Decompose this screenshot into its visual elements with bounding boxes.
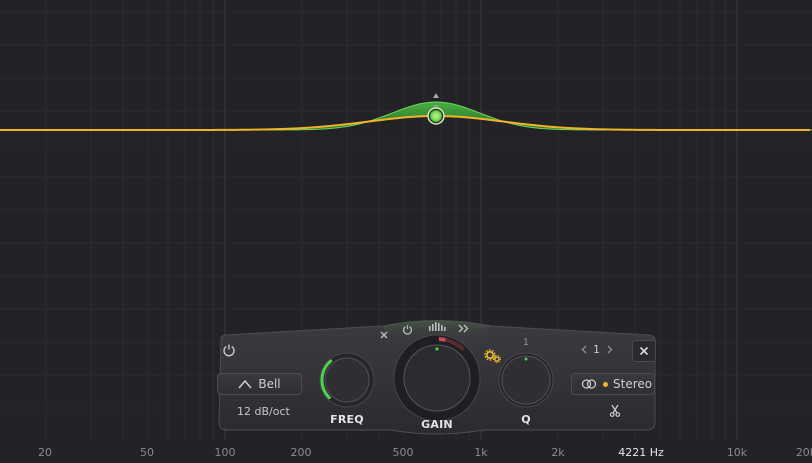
gain-label: GAIN — [421, 418, 453, 431]
q-label: Q — [521, 413, 531, 426]
frequency-readout: 4221 Hz — [618, 446, 664, 459]
power-icon — [223, 344, 235, 357]
freq-label-20: 20 — [38, 446, 52, 459]
slope-selector[interactable]: 12 dB/oct — [237, 405, 290, 418]
freq-knob[interactable] — [317, 350, 377, 410]
node-up-arrow-icon — [433, 93, 439, 98]
freq-label-1k: 1k — [474, 446, 488, 459]
close-icon — [380, 331, 388, 339]
freq-label-200: 200 — [290, 446, 312, 459]
x-icon — [639, 346, 649, 356]
band-number: 1 — [593, 343, 600, 356]
channel-mode-selector[interactable]: Stereo — [571, 373, 655, 395]
freq-label: FREQ — [330, 413, 364, 426]
q-knob[interactable] — [496, 350, 556, 410]
prev-band-button[interactable] — [578, 342, 590, 356]
filter-shape-label: Bell — [258, 377, 281, 391]
next-band-button[interactable] — [604, 342, 616, 356]
filter-shape-selector[interactable]: Bell — [217, 373, 302, 395]
channel-indicator-dot — [603, 381, 608, 387]
spectrum-icon — [429, 322, 446, 331]
spectrum-button[interactable] — [427, 319, 447, 333]
scissors-icon — [609, 404, 621, 417]
freq-label-50: 50 — [140, 446, 154, 459]
split-band-button[interactable] — [607, 402, 623, 418]
stereo-link-icon — [581, 379, 597, 389]
bell-shape-icon — [238, 379, 252, 389]
chevron-left-icon — [581, 345, 587, 353]
gain-knob[interactable] — [392, 333, 482, 423]
band-control-panel: Bell 12 dB/oct FREQ GAIN 1 Q 1 Stereo — [213, 312, 660, 440]
freq-label-100: 100 — [214, 446, 236, 459]
band-fill — [0, 101, 812, 131]
close-band-strip-button[interactable] — [377, 328, 391, 342]
freq-label-500: 500 — [392, 446, 414, 459]
q-value-marker: 1 — [523, 338, 529, 348]
freq-label-2k: 2k — [551, 446, 565, 459]
double-chevron-icon — [458, 324, 468, 332]
freq-label-20k: 20k — [795, 446, 812, 459]
chevron-right-icon — [607, 345, 613, 353]
delete-band-button[interactable] — [632, 340, 656, 362]
eq-curve — [0, 114, 810, 131]
channel-mode-label: Stereo — [613, 377, 653, 391]
freq-label-10k: 10k — [726, 446, 748, 459]
band-bypass-button[interactable] — [219, 340, 239, 360]
